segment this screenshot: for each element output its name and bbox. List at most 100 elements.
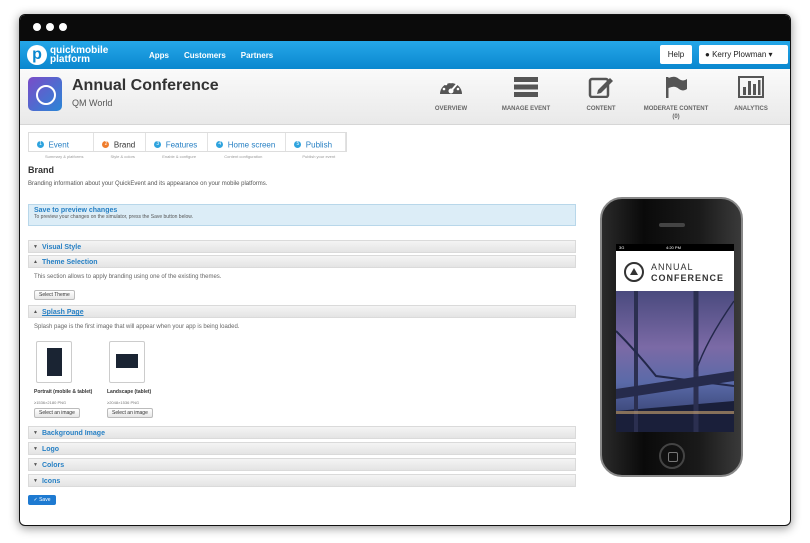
- portrait-size: ≥1536×2180 PNG: [34, 400, 67, 405]
- flag-icon: [641, 75, 711, 99]
- logo-mark-icon: p: [27, 45, 47, 65]
- preview-notice-text: To preview your changes on the simulator…: [34, 214, 193, 220]
- landscape-thumbnail[interactable]: [109, 341, 145, 383]
- portrait-label: Portrait (mobile & tablet): [34, 389, 93, 395]
- event-subtitle: QM World: [72, 98, 113, 108]
- phone-statusbar: 3G 4:20 PM: [616, 244, 734, 251]
- step-number: 2: [102, 141, 110, 149]
- theme-help-text: This section allows to apply branding us…: [34, 274, 222, 280]
- step-home-screen[interactable]: 4 Home screen Content configuration: [208, 133, 287, 159]
- step-event[interactable]: 1 Event Summary & platforms: [29, 133, 95, 159]
- portrait-thumbnail[interactable]: [36, 341, 72, 383]
- step-brand[interactable]: 2 Brand Style & colors: [94, 133, 147, 159]
- expanded-triangle-icon: ▲: [33, 259, 38, 265]
- nav-content-label: CONTENT: [586, 106, 616, 112]
- quickmobile-logo[interactable]: p quickmobile platform: [27, 43, 108, 67]
- step-subtitle: Enable & configure: [162, 154, 197, 159]
- nav-moderate-content-label: MODERATE CONTENT (0): [643, 106, 709, 120]
- user-icon: ●: [705, 50, 710, 59]
- step-number: 1: [37, 141, 44, 149]
- collapsed-triangle-icon: ▼: [33, 244, 38, 250]
- gauge-icon: [416, 75, 486, 99]
- preview-notice: Save to preview changes To preview your …: [28, 204, 576, 226]
- splash-header: ANNUAL CONFERENCE: [616, 251, 734, 291]
- top-navbar: p quickmobile platform Apps Customers Pa…: [20, 41, 790, 69]
- nav-link-partners[interactable]: Partners: [241, 51, 273, 60]
- preview-notice-title: Save to preview changes: [34, 207, 118, 214]
- carrier-text: 3G: [619, 245, 625, 250]
- phone-simulator: 3G 4:20 PM ANNUAL CONFERENCE: [600, 197, 743, 477]
- step-title: Home screen: [227, 140, 276, 150]
- splash-title-line2: CONFERENCE: [651, 273, 725, 283]
- nav-overview-label: OVERVIEW: [434, 106, 468, 112]
- step-title: Features: [165, 140, 198, 150]
- nav-analytics[interactable]: ANALYTICS: [716, 75, 786, 113]
- window-minimize-dot[interactable]: [46, 23, 54, 31]
- browser-window: p quickmobile platform Apps Customers Pa…: [19, 14, 791, 526]
- pencil-icon: [566, 75, 636, 99]
- step-number: 4: [216, 141, 224, 149]
- brand-description: Branding information about your QuickEve…: [28, 181, 268, 187]
- section-colors[interactable]: ▼ Colors: [28, 458, 576, 471]
- nav-content[interactable]: CONTENT: [566, 75, 636, 113]
- event-title: Annual Conference: [72, 77, 219, 94]
- nav-overview[interactable]: OVERVIEW: [416, 75, 486, 113]
- bar-chart-icon: [716, 75, 786, 99]
- collapsed-triangle-icon: ▼: [33, 446, 38, 452]
- collapsed-triangle-icon: ▼: [33, 462, 38, 468]
- help-button[interactable]: Help: [660, 45, 692, 64]
- wizard-steps: 1 Event Summary & platforms 2 Brand Styl…: [28, 132, 348, 159]
- step-features[interactable]: 3 Features Enable & configure: [146, 133, 209, 159]
- collapsed-triangle-icon: ▼: [33, 478, 38, 484]
- section-logo[interactable]: ▼ Logo: [28, 442, 576, 455]
- step-subtitle: Content configuration: [224, 154, 263, 159]
- user-menu-button[interactable]: ● Kerry Plowman ▾: [699, 45, 788, 64]
- portrait-select-image-button[interactable]: Select an image: [34, 408, 80, 418]
- nav-manage-event-label: MANAGE EVENT: [501, 106, 551, 112]
- conference-logo-icon: [624, 262, 644, 282]
- step-number: 3: [154, 141, 162, 149]
- save-button[interactable]: ✓ Save: [28, 495, 56, 505]
- nav-link-apps[interactable]: Apps: [149, 51, 169, 60]
- step-subtitle: Summary & platforms: [45, 154, 84, 159]
- list-icon: [491, 75, 561, 99]
- step-publish[interactable]: 5 Publish Publish your event: [286, 133, 347, 159]
- step-title: Event: [48, 140, 69, 150]
- event-app-icon: [28, 77, 62, 111]
- nav-link-customers[interactable]: Customers: [184, 51, 226, 60]
- select-theme-button[interactable]: Select Theme: [34, 290, 75, 300]
- splash-help-text: Splash page is the first image that will…: [34, 324, 240, 330]
- section-icons[interactable]: ▼ Icons: [28, 474, 576, 487]
- primary-nav: Apps Customers Partners: [149, 41, 288, 69]
- phone-earpiece: [659, 223, 685, 227]
- splash-bridge-image: [616, 291, 734, 432]
- phone-home-button: [659, 443, 685, 469]
- nav-moderate-content[interactable]: MODERATE CONTENT (0): [641, 75, 711, 121]
- phone-screen: 3G 4:20 PM ANNUAL CONFERENCE: [616, 244, 734, 432]
- nav-analytics-label: ANALYTICS: [734, 106, 768, 112]
- landscape-label: Landscape (tablet): [107, 389, 152, 395]
- window-maximize-dot[interactable]: [59, 23, 67, 31]
- landscape-select-image-button[interactable]: Select an image: [107, 408, 153, 418]
- section-splash-page[interactable]: ▲ Splash Page: [28, 305, 576, 318]
- user-name: Kerry Plowman ▾: [712, 50, 773, 59]
- logo-text-bottom: platform: [50, 54, 90, 65]
- window-titlebar: [20, 15, 790, 41]
- section-background-image[interactable]: ▼ Background Image: [28, 426, 576, 439]
- window-close-dot[interactable]: [33, 23, 41, 31]
- event-header: Annual Conference QM World OVERVIEW MANA…: [20, 69, 790, 125]
- brand-heading: Brand: [28, 165, 55, 175]
- step-subtitle: Style & colors: [110, 154, 135, 159]
- step-subtitle: Publish your event: [302, 154, 336, 159]
- expanded-triangle-icon: ▲: [33, 309, 38, 315]
- nav-manage-event[interactable]: MANAGE EVENT: [491, 75, 561, 113]
- section-visual-style[interactable]: ▼ Visual Style: [28, 240, 576, 253]
- step-title: Brand: [113, 140, 136, 150]
- section-theme-selection[interactable]: ▲ Theme Selection: [28, 255, 576, 268]
- splash-title-line1: ANNUAL: [651, 262, 694, 272]
- landscape-size: ≥2048×1536 PNG: [107, 400, 140, 405]
- time-text: 4:20 PM: [666, 245, 681, 250]
- collapsed-triangle-icon: ▼: [33, 430, 38, 436]
- step-title: Publish: [305, 140, 333, 150]
- step-number: 5: [294, 141, 302, 149]
